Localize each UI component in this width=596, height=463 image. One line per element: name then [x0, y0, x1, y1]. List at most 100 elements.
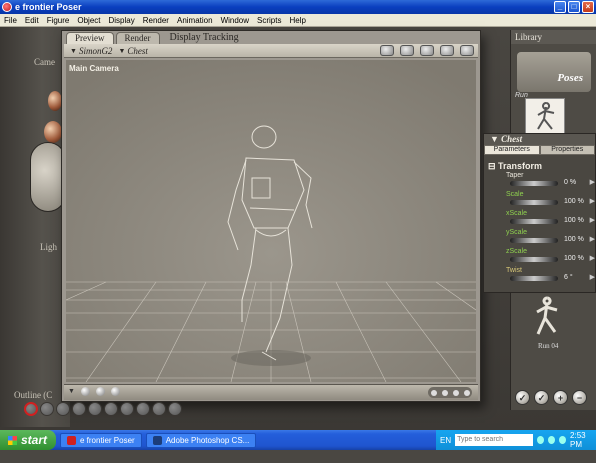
document-window: Preview Render Display Tracking ▼ SimonG…: [61, 30, 481, 402]
menu-display[interactable]: Display: [105, 16, 139, 25]
minimize-button[interactable]: _: [554, 1, 566, 13]
param-row-yscale[interactable]: yScale 100 % ▶: [484, 229, 596, 248]
style-button[interactable]: [40, 402, 54, 416]
apply-double-check-icon[interactable]: ✓: [534, 390, 549, 405]
tab-parameters[interactable]: Parameters: [484, 145, 540, 155]
param-value[interactable]: 100 %: [564, 198, 584, 205]
apply-check-icon[interactable]: ✓: [515, 390, 530, 405]
floor-ball-icon[interactable]: [110, 387, 120, 396]
taskbar-item-poser[interactable]: e frontier Poser: [60, 432, 142, 448]
style-button[interactable]: [104, 402, 118, 416]
sphere-icon[interactable]: [420, 45, 434, 56]
part-dropdown-arrow-icon[interactable]: ▼: [118, 47, 125, 55]
clock: 2:53 PM: [570, 431, 586, 449]
desktop-strip: [0, 450, 596, 463]
move-icon[interactable]: [440, 45, 454, 56]
menu-object[interactable]: Object: [73, 16, 104, 25]
style-button[interactable]: [56, 402, 70, 416]
param-row-taper[interactable]: Taper 0 % ▶: [484, 172, 596, 191]
param-row-scale[interactable]: Scale 100 % ▶: [484, 191, 596, 210]
dot-icon[interactable]: [441, 389, 448, 396]
param-menu-arrow-icon[interactable]: ▶: [590, 254, 595, 262]
tab-properties[interactable]: Properties: [539, 145, 595, 155]
param-dial[interactable]: [510, 276, 558, 281]
tab-render[interactable]: Render: [115, 32, 160, 44]
style-button[interactable]: [72, 402, 86, 416]
param-menu-arrow-icon[interactable]: ▶: [590, 197, 595, 205]
chest-header: ▼ Chest: [484, 134, 595, 145]
param-dial[interactable]: [510, 257, 558, 262]
param-value[interactable]: 100 %: [564, 236, 584, 243]
running-pose-icon: [537, 102, 555, 130]
param-value[interactable]: 6 °: [564, 274, 573, 281]
light-icon[interactable]: [460, 45, 474, 56]
start-button[interactable]: start: [0, 430, 56, 450]
chest-title: Chest: [501, 134, 523, 144]
dot-icon[interactable]: [452, 389, 459, 396]
menu-window[interactable]: Window: [217, 16, 253, 25]
menu-render[interactable]: Render: [139, 16, 173, 25]
part-selector[interactable]: Chest: [127, 46, 148, 56]
transform-group[interactable]: ⊟ Transform: [484, 155, 595, 172]
main-camera-viewport[interactable]: Main Camera: [66, 60, 476, 382]
language-indicator[interactable]: EN: [440, 436, 451, 445]
param-dial[interactable]: [510, 200, 558, 205]
menu-animation[interactable]: Animation: [173, 16, 217, 25]
style-button[interactable]: [168, 402, 182, 416]
maximize-button[interactable]: □: [568, 1, 580, 13]
style-outline-button[interactable]: [24, 402, 38, 416]
figure-dropdown-arrow-icon[interactable]: ▼: [70, 47, 77, 55]
remove-icon[interactable]: −: [572, 390, 587, 405]
library-action-buttons: ✓ ✓ + −: [515, 390, 587, 405]
param-dial[interactable]: [510, 181, 558, 186]
playback-dots[interactable]: [428, 387, 472, 398]
dot-icon[interactable]: [430, 389, 437, 396]
camera-hand-icon[interactable]: [48, 91, 62, 111]
figure-selector[interactable]: SimonG2: [79, 46, 113, 56]
param-menu-arrow-icon[interactable]: ▶: [590, 273, 595, 281]
taskbar-item-photoshop[interactable]: Adobe Photoshop CS...: [145, 432, 257, 448]
camera-view-icon[interactable]: [380, 45, 394, 56]
lighting-ball-icon[interactable]: [80, 387, 90, 396]
shadow-ball-icon[interactable]: [95, 387, 105, 396]
menu-scripts[interactable]: Scripts: [253, 16, 285, 25]
style-button[interactable]: [88, 402, 102, 416]
poses-category-button[interactable]: Poses: [517, 52, 591, 92]
style-button[interactable]: [120, 402, 134, 416]
search-input[interactable]: [455, 434, 534, 446]
style-button[interactable]: [152, 402, 166, 416]
param-menu-arrow-icon[interactable]: ▶: [590, 178, 595, 186]
param-value[interactable]: 0 %: [564, 179, 576, 186]
close-button[interactable]: ×: [582, 1, 594, 13]
pose-thumbnail-run04[interactable]: [529, 294, 563, 342]
dot-icon[interactable]: [463, 389, 470, 396]
param-value[interactable]: 100 %: [564, 255, 584, 262]
param-dial[interactable]: [510, 219, 558, 224]
menu-edit[interactable]: Edit: [21, 16, 43, 25]
menu-bar: File Edit Figure Object Display Render A…: [0, 14, 596, 27]
library-item-run04-label: Run 04: [538, 342, 559, 350]
add-icon[interactable]: +: [553, 390, 568, 405]
viewport-label: Main Camera: [69, 64, 119, 73]
param-dial[interactable]: [510, 238, 558, 243]
layout-icon[interactable]: [400, 45, 414, 56]
tab-preview[interactable]: Preview: [66, 32, 114, 44]
param-value[interactable]: 100 %: [564, 217, 584, 224]
param-menu-arrow-icon[interactable]: ▶: [590, 235, 595, 243]
bottom-dropdown-arrow-icon[interactable]: ▼: [68, 388, 75, 395]
tray-icon[interactable]: [548, 436, 556, 444]
tray-icon[interactable]: [559, 436, 567, 444]
param-menu-arrow-icon[interactable]: ▶: [590, 216, 595, 224]
style-button[interactable]: [136, 402, 150, 416]
menu-help[interactable]: Help: [285, 16, 309, 25]
param-row-twist[interactable]: Twist 6 ° ▶: [484, 267, 596, 286]
menu-file[interactable]: File: [0, 16, 21, 25]
tray-icon[interactable]: [537, 436, 545, 444]
menu-figure[interactable]: Figure: [43, 16, 74, 25]
param-row-xscale[interactable]: xScale 100 % ▶: [484, 210, 596, 229]
taskbar-item-label: Adobe Photoshop CS...: [165, 435, 250, 445]
param-row-zscale[interactable]: zScale 100 % ▶: [484, 248, 596, 267]
display-tracking-label[interactable]: Display Tracking: [162, 32, 247, 44]
pose-thumbnail[interactable]: [525, 98, 565, 134]
camera-head-icon[interactable]: [44, 121, 62, 143]
